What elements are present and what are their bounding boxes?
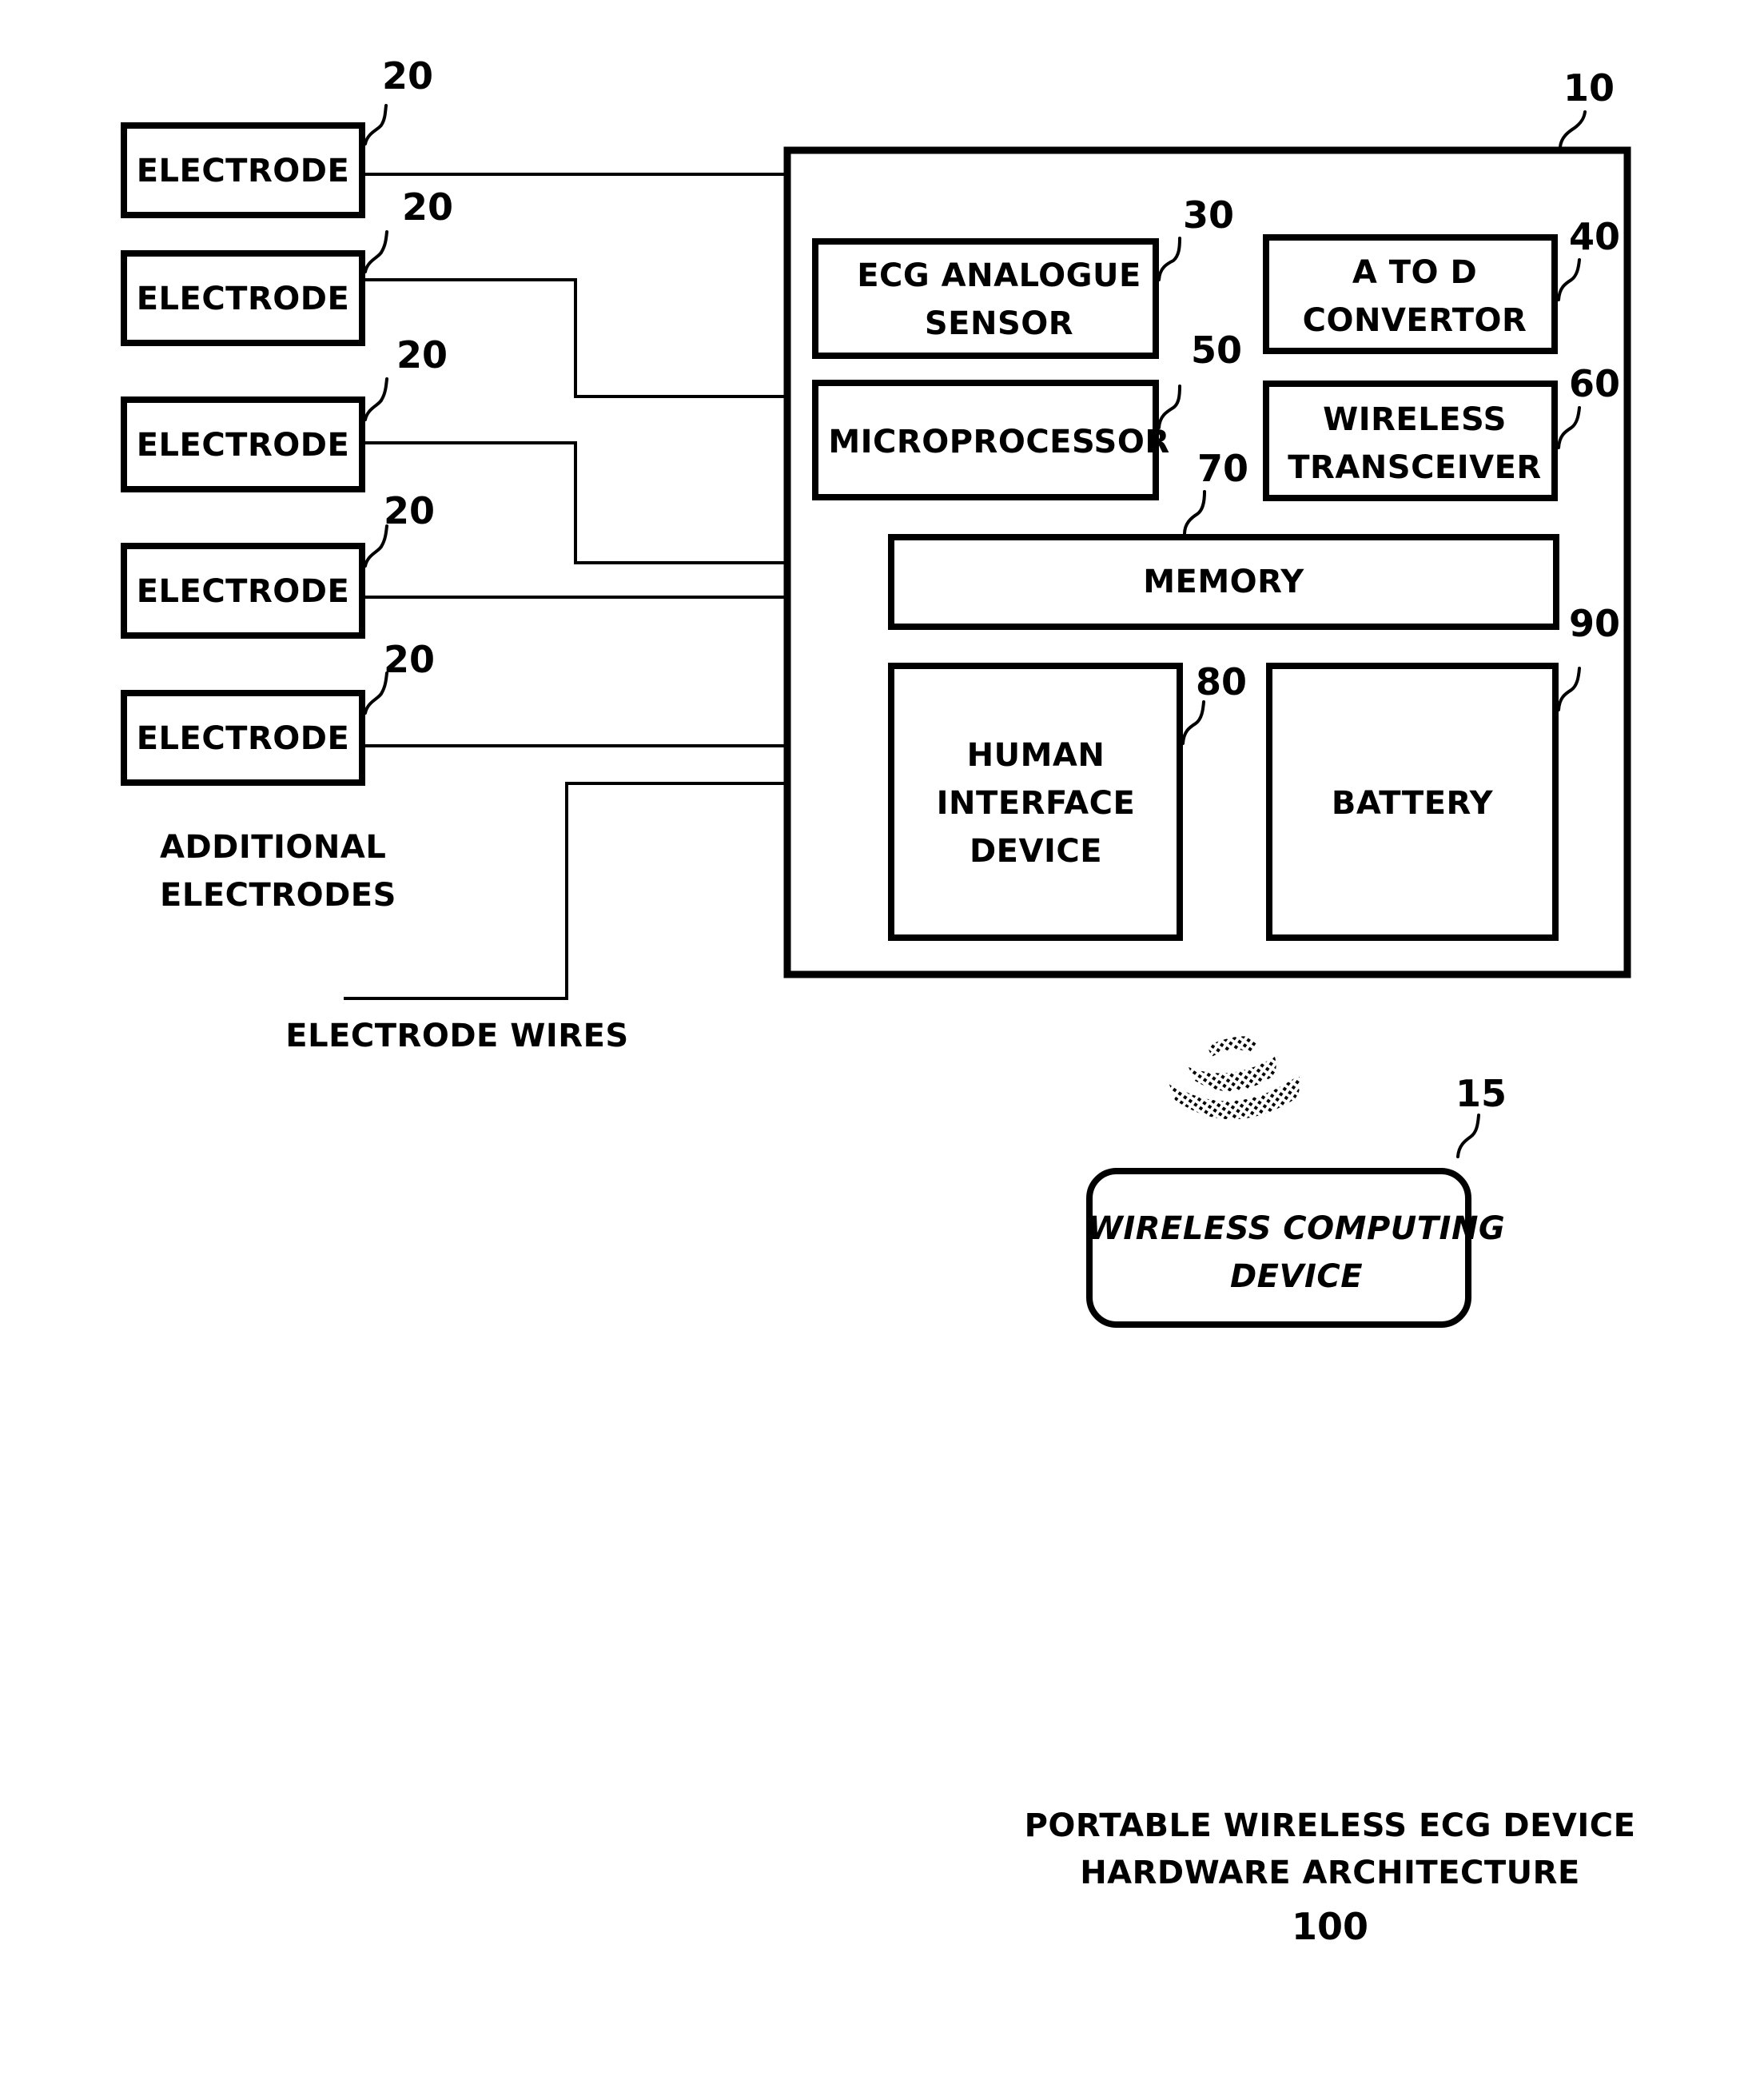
component-label-line: SENSOR xyxy=(925,305,1073,342)
additional-electrodes-label-line2: ELECTRODES xyxy=(160,877,396,914)
leader-line xyxy=(1456,1114,1480,1158)
additional-electrodes-label-line1: ADDITIONAL xyxy=(160,829,386,866)
ref-number-80: 80 xyxy=(1196,660,1247,703)
ref-number-15: 15 xyxy=(1455,1072,1507,1115)
leader-line xyxy=(364,230,388,273)
ref-number-60: 60 xyxy=(1569,362,1620,405)
leader-line xyxy=(1559,110,1587,149)
component-label-line: CONVERTOR xyxy=(1303,302,1527,339)
ref-number-20: 20 xyxy=(396,333,448,377)
leader-line xyxy=(364,104,388,145)
wireless-computing-device: WIRELESS COMPUTING DEVICE 15 xyxy=(1086,1072,1507,1328)
component-label-line: BATTERY xyxy=(1332,785,1494,822)
component-label-line: MICROPROCESSOR xyxy=(828,424,1169,460)
electrode-1: ELECTRODE 20 xyxy=(121,54,433,218)
component-label-line: WIRELESS xyxy=(1323,401,1507,438)
wireless-signal-icon xyxy=(1169,1036,1300,1120)
ref-number-40: 40 xyxy=(1569,215,1620,258)
electrode-label: ELECTRODE xyxy=(137,427,350,464)
component-label-line: MEMORY xyxy=(1143,564,1304,600)
ref-number-50: 50 xyxy=(1191,329,1242,372)
ref-number-70: 70 xyxy=(1197,447,1248,490)
ref-number-10: 10 xyxy=(1563,66,1615,110)
hardware-architecture-diagram: ELECTRODE 20 ELECTRODE 20 ELECTRODE 20 E… xyxy=(121,54,1636,1948)
ref-number-20: 20 xyxy=(384,638,435,681)
component-label-line: DEVICE xyxy=(970,833,1102,870)
component-label-line: ECG ANALOGUE xyxy=(857,257,1141,294)
component-label-line: TRANSCEIVER xyxy=(1288,449,1541,486)
electrode-4: ELECTRODE 20 xyxy=(121,489,435,639)
wireless-device-label-line2: DEVICE xyxy=(1230,1258,1363,1295)
electrode-5: ELECTRODE 20 xyxy=(121,638,435,786)
component-label-line: A TO D xyxy=(1352,254,1477,291)
ref-number-20: 20 xyxy=(382,54,433,98)
electrode-wires xyxy=(344,173,784,1000)
ref-number-90: 90 xyxy=(1569,602,1620,645)
figure-number: 100 xyxy=(1292,1905,1368,1948)
electrode-label: ELECTRODE xyxy=(137,281,350,317)
caption-line2: HARDWARE ARCHITECTURE xyxy=(1080,1855,1580,1891)
leader-line xyxy=(364,377,388,421)
electrode-label: ELECTRODE xyxy=(137,153,350,189)
ref-number-20: 20 xyxy=(402,185,453,229)
caption-line1: PORTABLE WIRELESS ECG DEVICE xyxy=(1025,1807,1636,1844)
component-label-line: HUMAN xyxy=(967,737,1105,774)
electrode-3: ELECTRODE 20 xyxy=(121,333,448,492)
ref-number-30: 30 xyxy=(1183,193,1234,237)
ref-number-20: 20 xyxy=(384,489,435,532)
figure-caption: PORTABLE WIRELESS ECG DEVICE HARDWARE AR… xyxy=(1025,1807,1636,1948)
component-label-line: INTERFACE xyxy=(937,785,1136,822)
wire-additional-electrodes xyxy=(344,782,784,1000)
wireless-device-label-line1: WIRELESS COMPUTING xyxy=(1088,1210,1506,1247)
electrode-wires-label: ELECTRODE WIRES xyxy=(285,1018,628,1054)
electrode-label: ELECTRODE xyxy=(137,720,350,757)
electrode-label: ELECTRODE xyxy=(137,573,350,610)
